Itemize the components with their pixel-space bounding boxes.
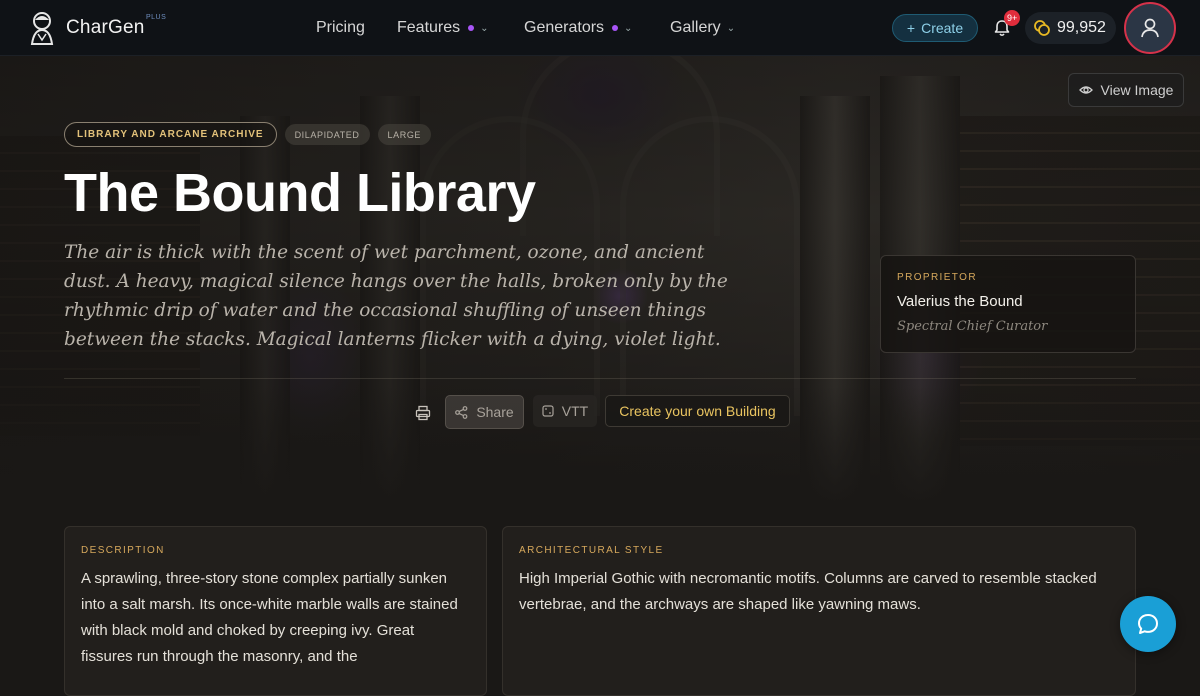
create-button[interactable]: + Create <box>892 14 978 42</box>
new-indicator-dot <box>468 25 475 31</box>
top-nav: CharGen PLUS Pricing Features ⌄ Generato… <box>0 0 1200 56</box>
nav-gallery[interactable]: Gallery ⌄ <box>670 19 735 37</box>
nav-features[interactable]: Features ⌄ <box>397 19 489 37</box>
logo-text: CharGen <box>66 17 145 38</box>
nav-pricing[interactable]: Pricing <box>316 19 365 37</box>
condition-tag[interactable]: DILAPIDATED <box>284 124 370 145</box>
printer-icon <box>415 405 431 421</box>
plus-badge: PLUS <box>146 14 167 21</box>
tag-list: LIBRARY AND ARCANE ARCHIVE DILAPIDATED L… <box>64 122 432 147</box>
category-tag[interactable]: LIBRARY AND ARCANE ARCHIVE <box>64 122 277 147</box>
divider <box>64 378 1136 379</box>
architectural-style-card: ARCHITECTURAL STYLE High Imperial Gothic… <box>502 526 1136 696</box>
view-image-label: View Image <box>1100 82 1174 98</box>
create-own-building-button[interactable]: Create your own Building <box>605 395 790 427</box>
user-icon <box>1141 18 1159 38</box>
chevron-down-icon: ⌄ <box>726 22 736 34</box>
proprietor-label: PROPRIETOR <box>897 272 977 283</box>
share-label: Share <box>476 404 514 420</box>
nav-pricing-label: Pricing <box>316 19 365 36</box>
user-avatar-button[interactable] <box>1124 2 1176 54</box>
chat-bubble-icon <box>1138 614 1158 634</box>
intro-text: The air is thick with the scent of wet p… <box>64 242 728 350</box>
share-button[interactable]: Share <box>445 395 524 429</box>
logo-link[interactable]: CharGen PLUS <box>28 10 166 46</box>
vtt-button[interactable]: VTT <box>533 395 597 427</box>
nav-features-label: Features <box>397 19 461 36</box>
share-icon <box>455 405 468 419</box>
nav-generators-label: Generators <box>524 19 605 36</box>
description-card: DESCRIPTION A sprawling, three-story sto… <box>64 526 487 696</box>
new-indicator-dot <box>612 25 619 31</box>
coins-icon <box>1034 20 1050 36</box>
coin-count: 99,952 <box>1057 19 1106 36</box>
architectural-style-text: High Imperial Gothic with necromantic mo… <box>519 570 1097 613</box>
description-text: A sprawling, three-story stone complex p… <box>81 570 458 665</box>
chat-button[interactable] <box>1120 596 1176 652</box>
nav-gallery-label: Gallery <box>670 19 721 36</box>
nav-generators[interactable]: Generators ⌄ <box>524 19 632 37</box>
knight-logo-icon <box>30 12 54 45</box>
dice-icon <box>542 405 554 417</box>
print-button[interactable] <box>412 402 434 424</box>
coin-balance[interactable]: 99,952 <box>1025 12 1116 44</box>
plus-icon: + <box>906 20 916 36</box>
page-title: The Bound Library <box>64 163 536 223</box>
action-bar: Share VTT Create your own Building <box>0 394 1200 430</box>
proprietor-role: Spectral Chief Curator <box>897 319 1048 334</box>
chevron-down-icon: ⌄ <box>624 22 633 34</box>
chevron-down-icon: ⌄ <box>480 22 489 34</box>
view-image-button[interactable]: View Image <box>1068 73 1184 107</box>
proprietor-name: Valerius the Bound <box>897 293 1023 310</box>
notification-badge: 9+ <box>1004 10 1021 26</box>
proprietor-card[interactable]: PROPRIETOR Valerius the Bound Spectral C… <box>880 255 1136 353</box>
create-button-label: Create <box>921 20 964 36</box>
vtt-label: VTT <box>561 403 589 419</box>
eye-icon <box>1078 86 1093 94</box>
size-tag[interactable]: LARGE <box>377 124 432 145</box>
description-label: DESCRIPTION <box>81 545 165 556</box>
architectural-style-label: ARCHITECTURAL STYLE <box>519 545 664 556</box>
